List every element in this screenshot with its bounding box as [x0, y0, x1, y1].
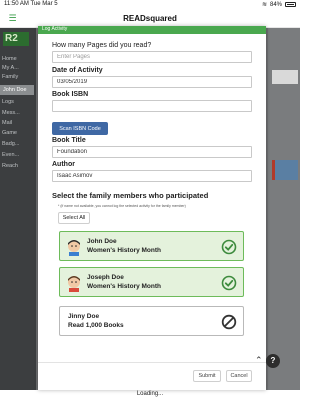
member-name: Joseph Doe — [87, 274, 124, 281]
member-card-joseph-doe[interactable]: Joseph Doe Women's History Month — [59, 267, 244, 297]
wifi-icon: ≋ — [261, 2, 267, 8]
member-name: John Doe — [87, 238, 117, 245]
sidebar-item-games[interactable]: Game — [2, 130, 17, 136]
help-button[interactable]: ? — [266, 354, 280, 368]
book-title-label: Book Title — [52, 137, 86, 144]
member-card-jinny-doe[interactable]: Jinny Doe Read 1,000 Books — [59, 306, 244, 336]
battery-icon — [285, 2, 296, 7]
modal-title: Log Activity — [38, 26, 266, 34]
modal-footer-divider — [38, 362, 266, 363]
boy-avatar-icon — [68, 276, 80, 292]
app-title: READsquared — [123, 14, 177, 23]
loading-text: Loading... — [136, 391, 164, 397]
boy-avatar-icon — [68, 240, 80, 256]
members-section-title: Select the family members who participat… — [52, 191, 209, 200]
log-activity-modal: Log Activity How many Pages did you read… — [38, 26, 266, 390]
sidebar-item-mail[interactable]: Mail — [2, 120, 12, 126]
author-label: Author — [52, 161, 75, 168]
member-activity: Women's History Month — [87, 247, 162, 254]
scroll-up-chevron-icon[interactable]: ⌃ — [255, 356, 265, 365]
select-all-button[interactable]: Select All — [58, 212, 90, 224]
sidebar — [0, 28, 36, 390]
sidebar-item-reach[interactable]: Reach — [2, 163, 18, 169]
background-image — [272, 160, 298, 180]
sidebar-item-current-user[interactable]: John Doe — [0, 85, 34, 95]
member-activity: Read 1,000 Books — [68, 322, 124, 329]
book-title-input[interactable] — [52, 146, 252, 158]
sidebar-item-home[interactable]: Home — [2, 56, 17, 62]
pages-input[interactable] — [52, 51, 252, 63]
date-label: Date of Activity — [52, 67, 103, 74]
sidebar-item-my-account[interactable]: My A... — [2, 65, 19, 71]
submit-button[interactable]: Submit — [193, 370, 221, 382]
member-card-john-doe[interactable]: John Doe Women's History Month — [59, 231, 244, 261]
scan-isbn-button[interactable]: Scan ISBN Code — [52, 122, 108, 135]
pages-label: How many Pages did you read? — [52, 42, 152, 49]
cancel-button[interactable]: Cancel — [226, 370, 252, 382]
sidebar-item-events[interactable]: Even... — [2, 152, 19, 158]
app-logo: R2 — [3, 32, 29, 46]
author-input[interactable] — [52, 170, 252, 182]
status-time: 11:50 AM — [4, 1, 29, 7]
sidebar-item-badges[interactable]: Badg... — [2, 141, 19, 147]
background-panel — [272, 70, 298, 84]
member-name: Jinny Doe — [68, 313, 100, 320]
member-activity: Women's History Month — [87, 283, 162, 290]
status-date: Tue Mar 5 — [30, 1, 58, 7]
status-bar: 11:50 AM Tue Mar 5 ≋ 84% — [0, 0, 300, 10]
sidebar-item-messages[interactable]: Mess... — [2, 110, 20, 116]
check-circle-icon — [221, 239, 237, 255]
battery-percent: 84% — [269, 1, 282, 8]
not-allowed-icon — [221, 314, 237, 330]
check-circle-icon — [221, 275, 237, 291]
isbn-input[interactable] — [52, 100, 252, 112]
isbn-label: Book ISBN — [52, 91, 89, 98]
sidebar-item-family[interactable]: Family — [2, 74, 18, 80]
members-note: * (if name not available, you cannot log… — [58, 204, 186, 208]
sidebar-item-logs[interactable]: Logs — [2, 99, 14, 105]
date-input[interactable] — [52, 76, 252, 88]
